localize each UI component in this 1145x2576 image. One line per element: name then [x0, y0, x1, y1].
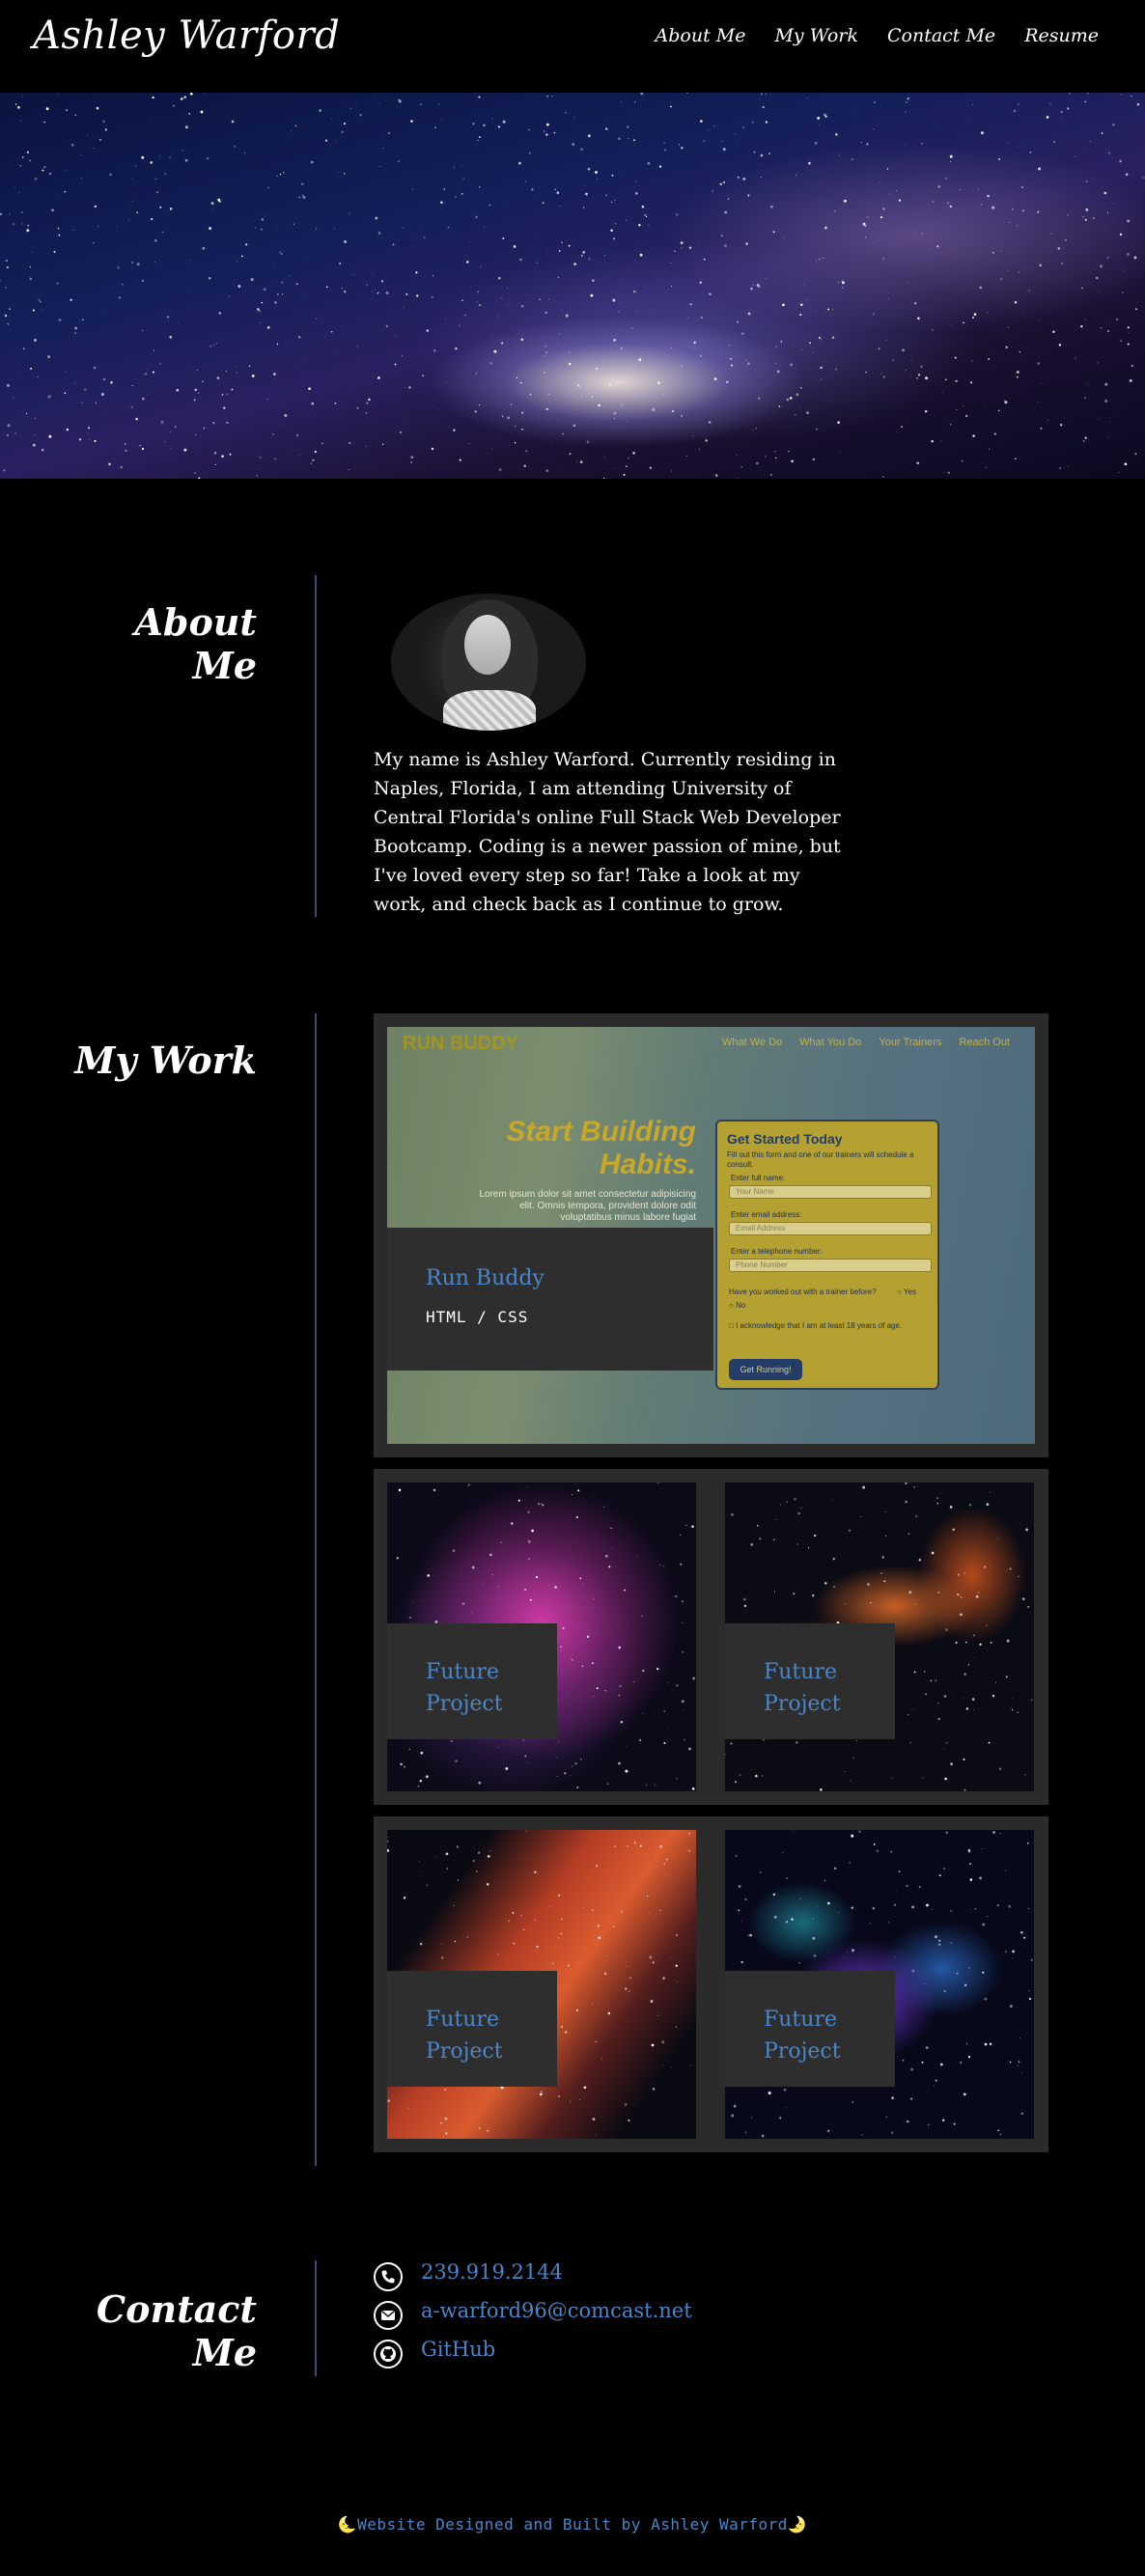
future-project-label: Future Project	[725, 1623, 895, 1739]
rb-no-label: No	[736, 1301, 746, 1310]
project-name[interactable]: Future Project	[426, 1656, 522, 1720]
site-brand[interactable]: Ashley Warford	[33, 14, 340, 58]
email-row	[374, 2301, 403, 2330]
phone-icon	[374, 2262, 403, 2291]
future-project-1[interactable]: Future Project	[387, 1482, 696, 1791]
moon-icon: 🌛	[787, 2515, 808, 2534]
rb-trainer-question: Have you worked out with a trainer befor…	[729, 1288, 877, 1296]
rb-nav: What We Do What You Do Your Trainers Rea…	[722, 1037, 1010, 1048]
rb-phone-input: Phone Number	[729, 1259, 932, 1272]
rb-nav-item: Your Trainers	[879, 1037, 942, 1048]
featured-card: RUN BUDDY What We Do What You Do Your Tr…	[374, 1013, 1048, 1457]
email-icon	[374, 2301, 403, 2330]
about-divider	[315, 575, 317, 917]
project-name[interactable]: Future Project	[764, 2004, 860, 2067]
rb-no: ○ No	[729, 1301, 746, 1310]
github-link[interactable]: GitHub	[421, 2338, 495, 2361]
project-name[interactable]: Run Buddy	[426, 1262, 713, 1294]
rb-acknowledge: □ I acknowledge that I am at least 18 ye…	[729, 1321, 903, 1330]
rb-phone-label: Enter a telephone number:	[731, 1247, 823, 1256]
project-name[interactable]: Future Project	[426, 2004, 522, 2067]
rb-form: Get Started Today Fill out this form and…	[715, 1120, 939, 1390]
rb-yes-label: Yes	[903, 1288, 916, 1296]
about-bio: My name is Ashley Warford. Currently res…	[374, 749, 841, 915]
rb-logo: RUN BUDDY	[403, 1033, 518, 1054]
contact-heading: Contact Me	[96, 2287, 257, 2374]
future-project-2[interactable]: Future Project	[725, 1482, 1034, 1791]
future-project-label: Future Project	[725, 1971, 895, 2087]
rb-name-label: Enter full name:	[731, 1174, 786, 1182]
rb-form-title: Get Started Today	[727, 1131, 843, 1147]
nav-resume[interactable]: Resume	[1024, 25, 1099, 46]
future-project-3[interactable]: Future Project	[387, 1830, 696, 2139]
phone-link[interactable]: 239.919.2144	[421, 2260, 563, 2284]
github-row	[374, 2340, 403, 2368]
rb-email-label: Enter email address:	[731, 1210, 802, 1219]
nav-my-work[interactable]: My Work	[774, 25, 858, 46]
future-row-2: Future Project Future Project	[374, 1816, 1048, 2152]
hero-starfield	[0, 93, 1144, 479]
profile-photo	[391, 594, 586, 731]
site-footer: 🌜Website Designed and Built by Ashley Wa…	[0, 2515, 1145, 2534]
site-header: Ashley Warford About Me My Work Contact …	[0, 0, 1145, 93]
rb-submit-button: Get Running!	[729, 1359, 802, 1380]
main-nav: About Me My Work Contact Me Resume	[656, 25, 1099, 46]
footer-credit: Website Designed and Built by Ashley War…	[357, 2515, 788, 2534]
future-project-4[interactable]: Future Project	[725, 1830, 1034, 2139]
rb-nav-item: Reach Out	[959, 1037, 1010, 1048]
rb-form-subtitle: Fill out this form and one of our traine…	[727, 1150, 914, 1169]
rb-yes: ○ Yes	[897, 1288, 916, 1296]
work-divider	[315, 1013, 317, 2166]
future-row-1: Future Project Future Project	[374, 1469, 1048, 1805]
email-link[interactable]: a-warford96@comcast.net	[421, 2299, 692, 2322]
rb-acknowledge-label: I acknowledge that I am at least 18 year…	[736, 1321, 903, 1330]
rb-name-input: Your Name	[729, 1185, 932, 1199]
run-buddy-project[interactable]: RUN BUDDY What We Do What You Do Your Tr…	[387, 1027, 1035, 1444]
project-name[interactable]: Future Project	[764, 1656, 860, 1720]
rb-nav-item: What We Do	[722, 1037, 783, 1048]
hero-milky-way-banner	[0, 93, 1145, 479]
phone-row	[374, 2262, 403, 2291]
work-heading: My Work	[74, 1039, 257, 1082]
nav-contact-me[interactable]: Contact Me	[887, 25, 995, 46]
moon-icon: 🌜	[337, 2515, 358, 2534]
rb-headline: Start Building Habits.	[506, 1116, 696, 1180]
future-project-label: Future Project	[387, 1623, 557, 1739]
future-project-label: Future Project	[387, 1971, 557, 2087]
contact-divider	[315, 2260, 317, 2376]
github-icon	[374, 2340, 403, 2368]
rb-nav-item: What You Do	[799, 1037, 862, 1048]
about-heading: About Me	[134, 600, 257, 687]
run-buddy-label: Run Buddy HTML / CSS	[387, 1228, 713, 1371]
rb-email-input: Email Address	[729, 1222, 932, 1235]
project-tech: HTML / CSS	[426, 1308, 529, 1326]
nav-about-me[interactable]: About Me	[656, 25, 746, 46]
rb-lorem: Lorem ipsum dolor sit amet consectetur a…	[479, 1189, 696, 1223]
